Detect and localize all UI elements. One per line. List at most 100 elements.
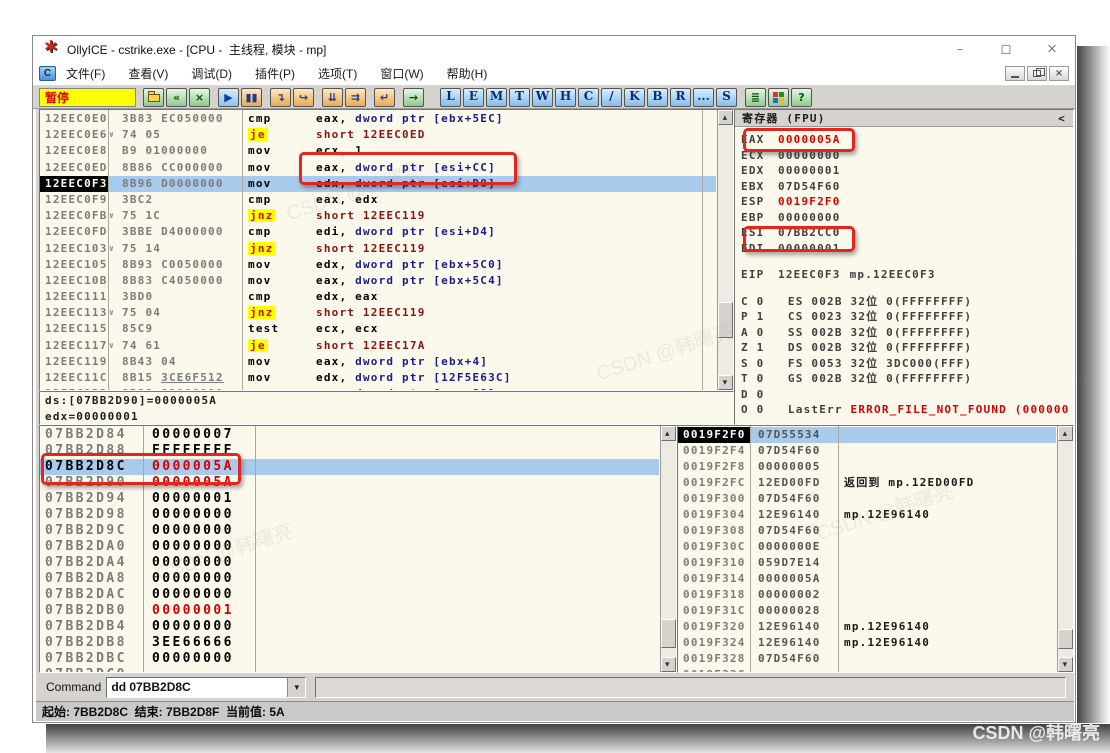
view-references-button[interactable]: R [670, 88, 691, 107]
disasm-row[interactable]: 12EEC10B8B83 C4050000moveax, dword ptr [… [40, 273, 716, 289]
step-into-icon[interactable]: ↴ [270, 88, 291, 107]
stack-row[interactable]: 0019F30007D54F60 [678, 491, 1056, 507]
view-source-button[interactable]: S [716, 88, 737, 107]
stack-row[interactable]: 0019F2F407D54F60 [678, 443, 1056, 459]
stack-panel[interactable]: 0019F2F007D555340019F2F407D54F600019F2F8… [677, 425, 1074, 673]
register-row-ebp[interactable]: EBP00000000 [735, 210, 1073, 226]
disasm-row[interactable]: 12EEC11C8B15 3CE6F512movedx, dword ptr [… [40, 370, 716, 386]
disasm-row[interactable]: 12EEC0E6∨74 05jeshort 12EEC0ED [40, 127, 716, 143]
column-divider[interactable] [143, 426, 144, 672]
scroll-up-icon[interactable]: ▴ [661, 426, 676, 441]
dump-row[interactable]: 07BB2D9C00000000 [40, 523, 659, 539]
register-row-edi[interactable]: EDI00000001 [735, 241, 1073, 257]
register-row-esp[interactable]: ESP0019F2F0 [735, 194, 1073, 210]
view-log-button[interactable]: L [440, 88, 461, 107]
stack-row[interactable]: 0019F2F800000005 [678, 459, 1056, 475]
disasm-row[interactable]: 12EEC0FB∨75 1Cjnzshort 12EEC119 [40, 208, 716, 224]
register-row-eip[interactable]: EIP12EEC0F3mp.12EEC0F3 [735, 267, 1073, 283]
dump-row[interactable]: 07BB2DBC00000000 [40, 651, 659, 667]
flag-row[interactable]: S 0 FS 0053 32位 3DC000(FFF) [735, 356, 1073, 372]
menu-item-F[interactable]: 文件(F) [66, 65, 105, 82]
dump-row[interactable]: 07BB2DB000000001 [40, 603, 659, 619]
disasm-scrollbar[interactable]: ▴ ▾ [717, 110, 733, 390]
disasm-row[interactable]: 12EEC1058B93 C0050000movedx, dword ptr [… [40, 257, 716, 273]
column-divider[interactable] [702, 110, 703, 390]
trace-over-icon[interactable]: ⇉ [345, 88, 366, 107]
view-memory-button[interactable]: M [486, 88, 507, 107]
registers-panel[interactable]: 寄存器 (FPU) < EAX0000005AECX00000000EDX000… [734, 109, 1074, 425]
mdi-minimize-icon[interactable] [1005, 66, 1025, 81]
disasm-row[interactable]: 12EEC0E8B9 01000000movecx, 1 [40, 143, 716, 159]
scroll-down-icon[interactable]: ▾ [661, 657, 676, 672]
cpu-window-icon[interactable]: C [39, 66, 56, 81]
dump-row[interactable]: 07BB2DB400000000 [40, 619, 659, 635]
disasm-row[interactable]: 12EEC0ED8B86 CC000000moveax, dword ptr [… [40, 160, 716, 176]
execute-till-return-icon[interactable]: ↵ [374, 88, 395, 107]
trace-into-icon[interactable]: ⇊ [322, 88, 343, 107]
flag-row[interactable]: O 0 LastErr ERROR_FILE_NOT_FOUND (000000 [735, 402, 1073, 418]
disasm-row[interactable]: 12EEC1113BD0cmpedx, eax [40, 289, 716, 305]
register-row-eax[interactable]: EAX0000005A [735, 132, 1073, 148]
dump-row[interactable]: 07BB2DB83EE66666 [40, 635, 659, 651]
menu-item-W[interactable]: 窗口(W) [380, 65, 423, 82]
stack-row[interactable]: 0019F30807D54F60 [678, 523, 1056, 539]
disasm-row[interactable]: 12EEC0E03B83 EC050000cmpeax, dword ptr [… [40, 111, 716, 127]
close-program-icon[interactable]: × [189, 88, 210, 107]
stack-row[interactable]: 0019F31C00000028 [678, 603, 1056, 619]
view-call-stack-button[interactable]: K [624, 88, 645, 107]
memory-dump-panel[interactable]: 07BB2D840000000707BB2D88FFFFFFFF07BB2D8C… [39, 425, 677, 673]
menu-item-H[interactable]: 帮助(H) [447, 65, 488, 82]
dump-row[interactable]: 07BB2DAC00000000 [40, 587, 659, 603]
restart-icon[interactable]: « [166, 88, 187, 107]
dump-row[interactable]: 07BB2D9400000001 [40, 491, 659, 507]
view-patches-button[interactable]: / [601, 88, 622, 107]
disasm-row[interactable]: 12EEC0FD3BBE D4000000cmpedi, dword ptr [… [40, 224, 716, 240]
stack-scrollbar[interactable]: ▴ ▾ [1057, 426, 1073, 672]
column-divider[interactable] [255, 426, 256, 672]
command-input[interactable] [107, 678, 287, 697]
menu-item-V[interactable]: 查看(V) [128, 65, 168, 82]
scroll-thumb[interactable] [661, 619, 676, 648]
open-file-icon[interactable] [143, 88, 164, 107]
flag-row[interactable]: A 0 SS 002B 32位 0(FFFFFFFF) [735, 325, 1073, 341]
mdi-restore-icon[interactable] [1027, 66, 1047, 81]
view-handles-button[interactable]: H [555, 88, 576, 107]
go-to-icon[interactable]: → [403, 88, 424, 107]
dump-row[interactable]: 07BB2DA400000000 [40, 555, 659, 571]
view-breakpoints-button[interactable]: B [647, 88, 668, 107]
scroll-down-icon[interactable]: ▾ [718, 375, 733, 390]
disasm-row[interactable]: 12EEC0F38B96 D0000000movedx, dword ptr [… [40, 176, 716, 192]
menu-item-P[interactable]: 插件(P) [255, 65, 295, 82]
dump-row[interactable]: 07BB2D8400000007 [40, 427, 659, 443]
stack-row[interactable]: 0019F310059D7E14 [678, 555, 1056, 571]
view-threads-button[interactable]: T [509, 88, 530, 107]
flag-row[interactable]: C 0 ES 002B 32位 0(FFFFFFFF) [735, 294, 1073, 310]
view-run-trace-button[interactable]: ... [693, 88, 714, 107]
disasm-row[interactable]: 12EEC11585C9testecx, ecx [40, 321, 716, 337]
dump-row[interactable]: 07BB2D8C0000005A [40, 459, 659, 475]
log-options-icon[interactable]: ≣ [745, 88, 766, 107]
column-divider[interactable] [838, 426, 839, 672]
disasm-row[interactable]: 12EEC0F93BC2cmpeax, edx [40, 192, 716, 208]
pause-icon[interactable]: ▮▮ [241, 88, 262, 107]
stack-row[interactable]: 0019F32412E96140mp.12E96140 [678, 635, 1056, 651]
scroll-up-icon[interactable]: ▴ [1058, 426, 1073, 441]
dump-row[interactable]: 07BB2D900000005A [40, 475, 659, 491]
disassembly-panel[interactable]: 12EEC0E03B83 EC050000cmpeax, dword ptr [… [39, 109, 734, 391]
mdi-close-icon[interactable]: × [1049, 66, 1069, 81]
appearance-icon[interactable] [768, 88, 789, 107]
stack-row[interactable]: 0019F32012E96140mp.12E96140 [678, 619, 1056, 635]
disasm-row[interactable]: 12EEC103∨75 14jnzshort 12EEC119 [40, 241, 716, 257]
dump-row[interactable]: 07BB2D88FFFFFFFF [40, 443, 659, 459]
scroll-up-icon[interactable]: ▴ [718, 110, 733, 125]
minimize-icon[interactable]: – [937, 41, 983, 58]
step-over-icon[interactable]: ↪ [293, 88, 314, 107]
view-windows-button[interactable]: W [532, 88, 553, 107]
menu-item-D[interactable]: 调试(D) [191, 65, 232, 82]
close-icon[interactable]: × [1029, 41, 1075, 58]
help-icon[interactable]: ? [791, 88, 812, 107]
column-divider[interactable] [242, 110, 243, 390]
flag-row[interactable]: Z 1 DS 002B 32位 0(FFFFFFFF) [735, 340, 1073, 356]
scroll-down-icon[interactable]: ▾ [1058, 657, 1073, 672]
disasm-row[interactable]: 12EEC113∨75 04jnzshort 12EEC119 [40, 305, 716, 321]
